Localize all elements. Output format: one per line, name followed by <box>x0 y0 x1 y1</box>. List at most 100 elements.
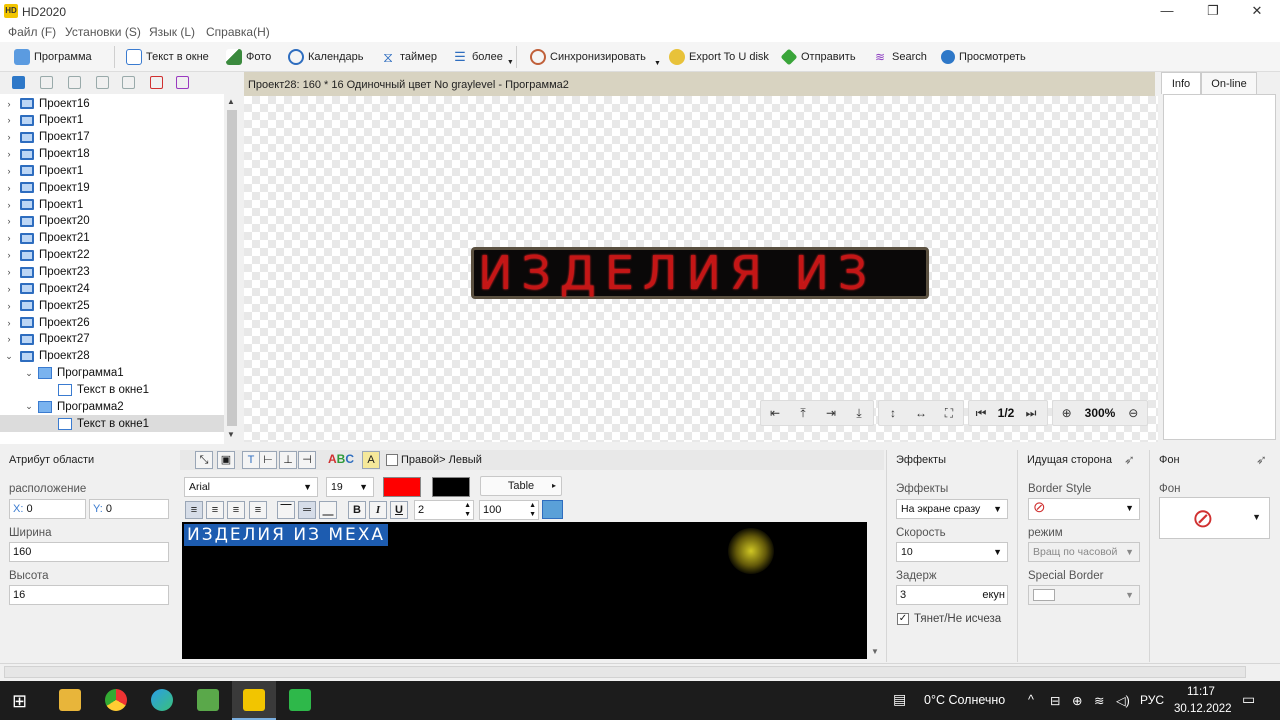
tree-item-project[interactable]: › Проект1 <box>0 112 224 129</box>
add-program-icon[interactable] <box>12 76 25 89</box>
tree-item-project[interactable]: ⌄ Проект28 <box>0 348 224 365</box>
tree-item-project[interactable]: › Проект23 <box>0 264 224 281</box>
text-align-v-icon[interactable]: ⊥ <box>279 451 297 469</box>
tree-item-project[interactable]: › Проект22 <box>0 247 224 264</box>
clock-time[interactable]: 11:17 <box>1187 686 1215 698</box>
minimize-icon[interactable]: — <box>1144 0 1190 22</box>
sync-button[interactable]: Синхронизировать <box>530 48 646 66</box>
align-left-icon[interactable]: ⇤ <box>761 406 789 420</box>
copy-icon[interactable] <box>40 76 53 89</box>
underline-button[interactable]: U <box>390 501 408 519</box>
chrome-icon[interactable] <box>105 689 127 711</box>
more-button[interactable]: ☰ более ▼ <box>452 48 514 66</box>
text-border-icon[interactable]: ⊣ <box>298 451 316 469</box>
stretch-vertical-icon[interactable]: ↕ <box>879 406 907 420</box>
move-up-icon[interactable] <box>96 76 109 89</box>
windows-start-icon[interactable]: ⊞ <box>12 691 27 712</box>
chevron-right-icon[interactable]: › <box>4 149 14 159</box>
hd2020-taskbar-icon[interactable] <box>243 689 265 711</box>
chevron-right-icon[interactable]: › <box>4 284 14 294</box>
chevron-right-icon[interactable]: › <box>4 216 14 226</box>
chevron-right-icon[interactable]: › <box>4 166 14 176</box>
scroll-down-icon[interactable]: ▼ <box>227 430 235 439</box>
rocket-icon[interactable]: ➶ <box>1124 452 1135 468</box>
move-down-icon[interactable] <box>122 76 135 89</box>
tree-item-project[interactable]: › Проект24 <box>0 280 224 297</box>
bg-color-swatch[interactable] <box>432 477 470 497</box>
scroll-down-icon[interactable]: ▼ <box>871 647 879 656</box>
calendar-button[interactable]: Календарь <box>288 48 364 66</box>
chevron-down-icon[interactable]: ⌄ <box>24 401 34 412</box>
stretch-horizontal-icon[interactable]: ↔ <box>907 406 935 420</box>
preview-button[interactable]: Просмотреть <box>941 48 1026 66</box>
tree-item-text[interactable]: Текст в окне1 <box>0 415 224 433</box>
speed-select[interactable]: 10 ▼ <box>896 542 1008 562</box>
bold-button[interactable]: B <box>348 501 366 519</box>
notifications-icon[interactable]: ▭ <box>1242 691 1255 708</box>
chevron-right-icon[interactable]: › <box>4 250 14 260</box>
language-indicator[interactable]: РУС <box>1140 693 1164 707</box>
speaker-icon[interactable]: ◁) <box>1116 693 1130 708</box>
menu-language[interactable]: Язык (L) <box>149 25 195 39</box>
image-icon[interactable] <box>542 500 563 519</box>
align-left-text-icon[interactable]: ≡ <box>185 501 203 519</box>
prev-page-icon[interactable]: ⏮ <box>969 406 993 421</box>
chevron-down-icon[interactable]: ⌄ <box>24 368 34 379</box>
program-button[interactable]: Программа <box>14 48 92 66</box>
border-style-select[interactable]: ⊘ ▼ <box>1028 498 1140 520</box>
align-top-icon[interactable]: ⤒ <box>789 406 817 421</box>
scale-stepper[interactable]: 100 ▲ ▼ <box>479 500 539 520</box>
text-color-swatch[interactable] <box>383 477 421 497</box>
close-icon[interactable]: ✕ <box>1234 0 1280 22</box>
scroll-up-icon[interactable]: ▲ <box>227 97 235 106</box>
chevron-down-icon[interactable]: ⌄ <box>4 351 14 362</box>
tree-item-project[interactable]: › Проект1 <box>0 162 224 179</box>
valign-bottom-icon[interactable]: ⎽ <box>319 501 337 519</box>
clock-date[interactable]: 30.12.2022 <box>1174 703 1232 715</box>
text-window-button[interactable]: Текст в окне <box>126 48 209 66</box>
tray-chevron-icon[interactable]: ^ <box>1028 693 1034 707</box>
font-size-select[interactable]: 19 ▼ <box>326 477 374 497</box>
network-icon[interactable]: ⊟ <box>1050 693 1060 708</box>
chevron-right-icon[interactable]: › <box>4 200 14 210</box>
search-button[interactable]: ≋ Search <box>872 48 927 66</box>
screen-capture-icon[interactable] <box>289 689 311 711</box>
editor-scrollbar[interactable] <box>867 522 883 659</box>
file-explorer-icon[interactable] <box>59 689 81 711</box>
align-center-text-icon[interactable]: ≡ <box>206 501 224 519</box>
chevron-down-icon[interactable]: ▼ <box>654 60 661 67</box>
export-button[interactable]: Export To U disk <box>669 48 769 66</box>
menu-settings[interactable]: Установки (S) <box>65 25 141 39</box>
background-select[interactable]: ⊘ ▼ <box>1159 497 1270 539</box>
zoom-in-icon[interactable]: ⊕ <box>1053 406 1080 420</box>
frame-icon[interactable] <box>176 76 189 89</box>
globe-icon[interactable]: ⊕ <box>1072 693 1082 708</box>
text-mode-icon[interactable]: T <box>242 451 260 469</box>
tree-item-project[interactable]: › Проект17 <box>0 129 224 146</box>
fullscreen-icon[interactable]: ⛶ <box>935 406 963 421</box>
color-text-icon[interactable]: ABC <box>328 452 354 466</box>
resize-icon[interactable]: ⤡ <box>195 451 213 469</box>
width-field[interactable]: 160 <box>9 542 169 562</box>
direction-checkbox[interactable] <box>386 454 398 466</box>
tree-item-project[interactable]: › Проект27 <box>0 331 224 348</box>
align-right-text-icon[interactable]: ≡ <box>227 501 245 519</box>
x-field[interactable]: X: 0 <box>9 499 86 519</box>
chevron-right-icon[interactable]: › <box>4 132 14 142</box>
highlight-icon[interactable]: A <box>362 451 380 469</box>
special-border-select[interactable]: ▼ <box>1028 585 1140 605</box>
italic-button[interactable]: I <box>369 501 387 519</box>
align-right-icon[interactable]: ⇥ <box>817 406 845 420</box>
chevron-right-icon[interactable]: › <box>4 233 14 243</box>
valign-top-icon[interactable]: ⎺ <box>277 501 295 519</box>
chevron-right-icon[interactable]: › <box>4 99 14 109</box>
chevron-right-icon[interactable]: › <box>4 115 14 125</box>
next-page-icon[interactable]: ⏭ <box>1019 406 1043 421</box>
tree-item-project[interactable]: › Проект18 <box>0 146 224 163</box>
tree-item-project[interactable]: › Проект16 <box>0 95 224 112</box>
chevron-right-icon[interactable]: › <box>4 334 14 344</box>
align-bottom-icon[interactable]: ⤓ <box>845 406 873 421</box>
app-green-icon[interactable] <box>197 689 219 711</box>
paste-icon[interactable] <box>68 76 81 89</box>
weather-status[interactable]: 0°C Солнечно <box>924 693 1005 707</box>
